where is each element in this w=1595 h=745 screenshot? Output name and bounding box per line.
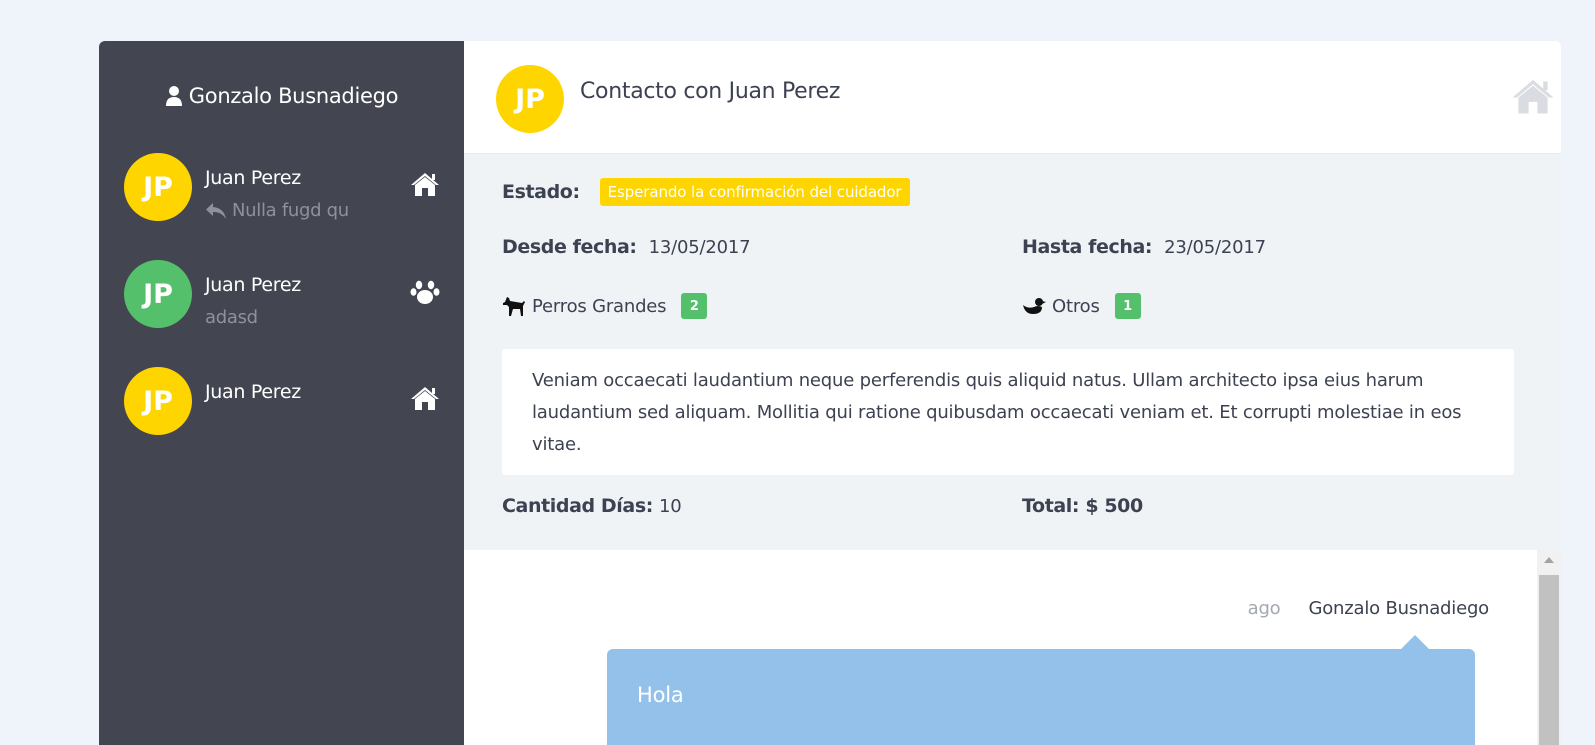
contact-name: Juan Perez	[205, 381, 301, 403]
contact-last-message: adasd	[205, 307, 258, 328]
avatar: JP	[496, 65, 564, 133]
sidebar-user-name: Gonzalo Busnadiego	[188, 84, 399, 108]
pet-type-label: Perros Grandes	[532, 295, 667, 317]
contact-item[interactable]: JP Juan Perez Nulla fugd qu	[99, 151, 464, 258]
pet-type-label: Otros	[1052, 295, 1100, 317]
contact-last-message-text: Nulla fugd qu	[232, 200, 349, 221]
paw-icon	[410, 278, 440, 306]
desde-label: Desde fecha:	[502, 236, 637, 258]
message-bubble: Hola	[607, 635, 1475, 745]
pet-count-badge: 1	[1114, 293, 1141, 319]
dias-label: Cantidad Días:	[502, 495, 653, 517]
hasta-value: 23/05/2017	[1164, 236, 1266, 258]
duck-icon	[1022, 296, 1046, 316]
avatar: JP	[124, 260, 192, 328]
message-time: ago	[1247, 598, 1281, 619]
sidebar-user: Gonzalo Busnadiego	[99, 41, 464, 151]
total-label: Total: $ 500	[1022, 495, 1143, 517]
contact-last-message: Nulla fugd qu	[205, 200, 349, 221]
dias-value: 10	[658, 495, 682, 517]
contact-item[interactable]: JP Juan Perez adasd	[99, 258, 464, 365]
contact-name: Juan Perez	[205, 167, 301, 189]
dog-icon	[502, 294, 526, 318]
scroll-thumb[interactable]	[1539, 575, 1559, 745]
estado-label: Estado:	[502, 181, 580, 203]
home-icon	[410, 171, 440, 197]
desde-value: 13/05/2017	[648, 236, 751, 258]
conversation-header: JP Contacto con Juan Perez	[464, 41, 1561, 154]
contact-item[interactable]: JP Juan Perez	[99, 365, 464, 472]
reply-icon	[205, 202, 227, 220]
status-badge: Esperando la confirmación del cuidador	[599, 178, 910, 206]
chat-messages[interactable]: ago Gonzalo Busnadiego Hola	[464, 550, 1561, 745]
conversation-panel: JP Contacto con Juan Perez Estado: Esper…	[464, 41, 1561, 745]
user-icon	[165, 85, 183, 107]
page-title: Contacto con Juan Perez	[580, 79, 841, 104]
booking-description: Veniam occaecati laudantium neque perfer…	[502, 349, 1514, 475]
message-author: Gonzalo Busnadiego	[1308, 598, 1490, 619]
hasta-label: Hasta fecha:	[1022, 236, 1153, 258]
scroll-up-arrow[interactable]	[1544, 557, 1554, 563]
booking-details: Estado: Esperando la confirmación del cu…	[464, 154, 1561, 550]
app-window: Gonzalo Busnadiego JP Juan Perez Nulla f…	[99, 41, 1561, 745]
contact-last-message-text: adasd	[205, 307, 258, 328]
home-icon	[410, 385, 440, 411]
home-icon[interactable]	[1511, 77, 1555, 115]
message-meta: ago Gonzalo Busnadiego	[1247, 598, 1490, 619]
contact-name: Juan Perez	[205, 274, 301, 296]
chat-scrollbar[interactable]	[1537, 550, 1561, 745]
pet-count-badge: 2	[681, 293, 708, 319]
sidebar: Gonzalo Busnadiego JP Juan Perez Nulla f…	[99, 41, 464, 745]
avatar: JP	[124, 367, 192, 435]
avatar: JP	[124, 153, 192, 221]
